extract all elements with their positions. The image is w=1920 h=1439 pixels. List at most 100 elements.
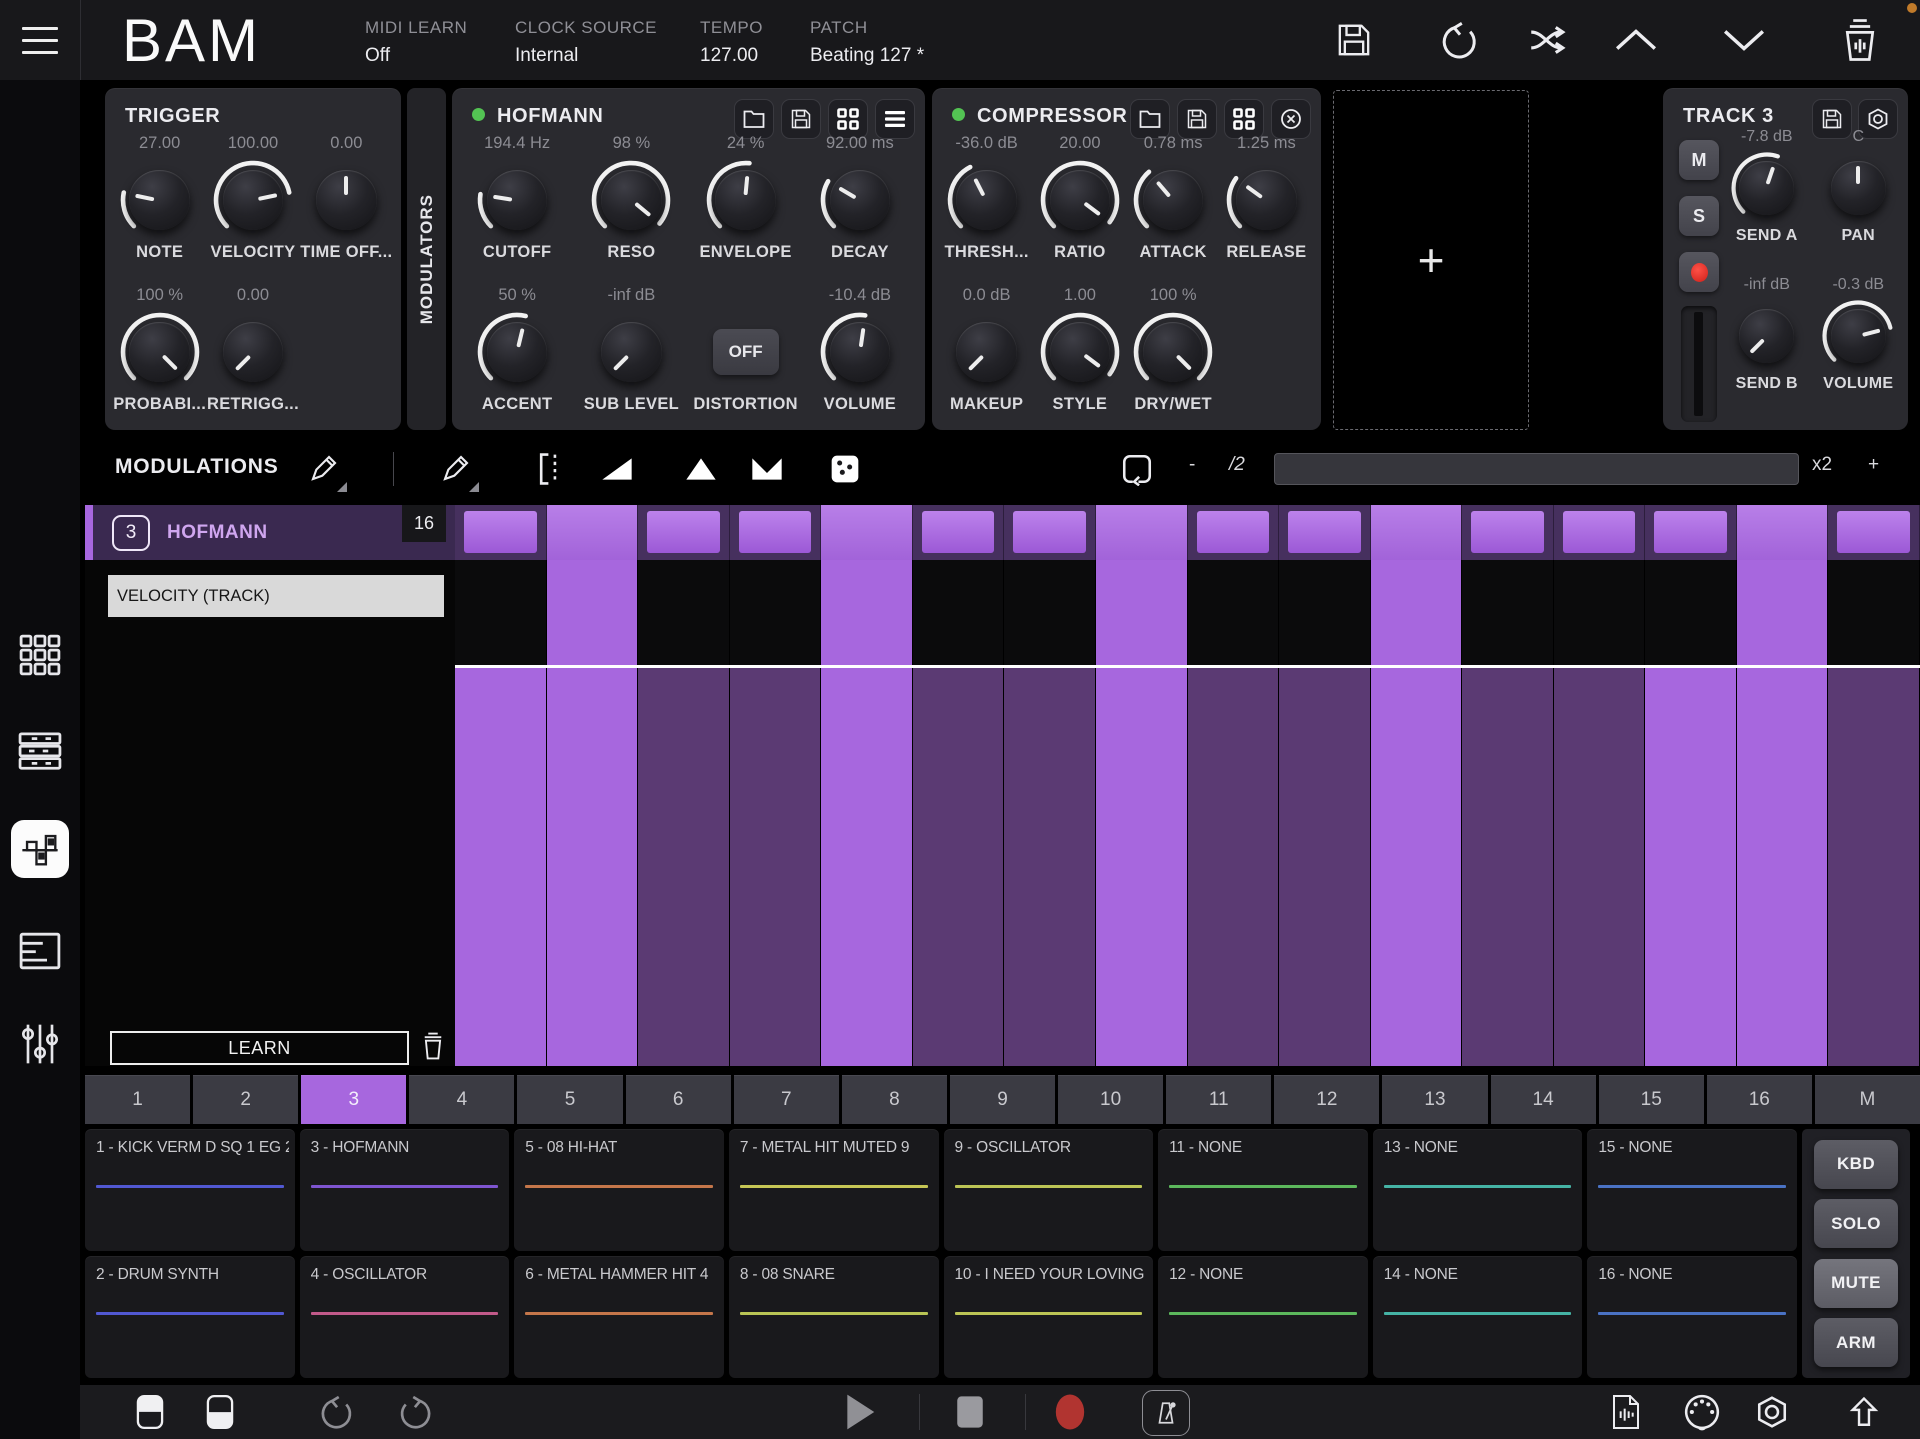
arm-button[interactable]: ARM [1814, 1318, 1898, 1367]
loop-length-divide[interactable]: /2 [1229, 454, 1245, 476]
mod-step-4[interactable] [730, 505, 822, 560]
mod-step-5[interactable] [821, 505, 913, 560]
trash-icon[interactable] [1836, 16, 1884, 64]
pattern-cell-6[interactable]: 6 [626, 1075, 731, 1124]
pattern-cell-m[interactable]: M [1815, 1075, 1920, 1124]
knob-attack[interactable]: 0.78 msATTACK [1131, 134, 1215, 262]
pattern-cell-3[interactable]: 3 [301, 1075, 406, 1124]
track-pad-13-none[interactable]: 13 - NONE [1373, 1129, 1583, 1251]
velocity-bar-1[interactable] [455, 560, 547, 1066]
track-pad-12-none[interactable]: 12 - NONE [1158, 1256, 1368, 1378]
close-icon[interactable] [1271, 99, 1311, 139]
mod-step-7[interactable] [1004, 505, 1096, 560]
solo-button[interactable]: SOLO [1814, 1199, 1898, 1248]
knob-envelope[interactable]: 24 %ENVELOPE [699, 134, 791, 262]
export-icon[interactable] [1842, 1392, 1886, 1432]
knob-accent[interactable]: 50 %ACCENT [475, 286, 559, 414]
pattern-cell-10[interactable]: 10 [1058, 1075, 1163, 1124]
knob-volume[interactable]: -0.3 dBVOLUME [1820, 276, 1896, 393]
velocity-bar-5[interactable] [821, 560, 913, 1066]
track-pad-2-drum-synth[interactable]: 2 - DRUM SYNTH [85, 1256, 295, 1378]
modulation-param-chip[interactable]: VELOCITY (TRACK) [108, 575, 444, 617]
velocity-bar-9[interactable] [1188, 560, 1280, 1066]
pattern-cell-9[interactable]: 9 [950, 1075, 1055, 1124]
paste-range-icon[interactable] [531, 449, 571, 489]
knob-retrigg[interactable]: 0.00RETRIGG... [207, 286, 299, 414]
track-pad-3-hofmann[interactable]: 3 - HOFMANN [300, 1129, 510, 1251]
mod-step-6[interactable] [913, 505, 1005, 560]
track-pad-11-none[interactable]: 11 - NONE [1158, 1129, 1368, 1251]
pattern-cell-14[interactable]: 14 [1491, 1075, 1596, 1124]
track-pad-9-oscillator[interactable]: 9 - OSCILLATOR [944, 1129, 1154, 1251]
velocity-bar-6[interactable] [913, 560, 1005, 1066]
pattern-cell-15[interactable]: 15 [1599, 1075, 1704, 1124]
pattern-cell-13[interactable]: 13 [1382, 1075, 1487, 1124]
save-icon[interactable] [781, 99, 821, 139]
grid-icon[interactable] [828, 99, 868, 139]
mod-step-10[interactable] [1279, 505, 1371, 560]
mod-step-12[interactable] [1462, 505, 1554, 560]
velocity-bar-3[interactable] [638, 560, 730, 1066]
save-icon[interactable] [1330, 16, 1378, 64]
mod-step-13[interactable] [1554, 505, 1646, 560]
redo-icon[interactable] [392, 1392, 436, 1432]
folder-icon[interactable] [1130, 99, 1170, 139]
draw-alt-icon[interactable] [435, 449, 475, 489]
pattern-cell-2[interactable]: 2 [193, 1075, 298, 1124]
knob-decay[interactable]: 92.00 msDECAY [818, 134, 902, 262]
loop-length-minus[interactable]: - [1189, 454, 1195, 476]
velocity-reference-line[interactable] [455, 665, 1920, 668]
track-mute-button[interactable]: M [1679, 140, 1719, 180]
empty-device-slot[interactable]: + [1333, 90, 1529, 430]
track-pad-14-none[interactable]: 14 - NONE [1373, 1256, 1583, 1378]
play-button[interactable] [838, 1392, 882, 1432]
ramp-icon[interactable] [597, 449, 637, 489]
valley-icon[interactable] [747, 449, 787, 489]
mod-step-3[interactable] [638, 505, 730, 560]
knob-volume[interactable]: -10.4 dBVOLUME [818, 286, 902, 414]
velocity-bar-11[interactable] [1371, 560, 1463, 1066]
mod-step-14[interactable] [1645, 505, 1737, 560]
knob-thresh[interactable]: -36.0 dBTHRESH... [944, 134, 1028, 262]
mod-step-2[interactable] [547, 505, 639, 560]
triangle-icon[interactable] [681, 449, 721, 489]
mod-step-16[interactable] [1828, 505, 1920, 560]
mod-step-15[interactable] [1737, 505, 1829, 560]
track-pad-10-i-need-your-loving[interactable]: 10 - I NEED YOUR LOVING [944, 1256, 1154, 1378]
pattern-cell-16[interactable]: 16 [1707, 1075, 1812, 1124]
mod-step-1[interactable] [455, 505, 547, 560]
knob-send-a[interactable]: -7.8 dBSEND A [1729, 128, 1805, 245]
velocity-bar-8[interactable] [1096, 560, 1188, 1066]
modulation-lane-header[interactable]: 3 HOFMANN 16 [85, 505, 455, 560]
pattern-cell-5[interactable]: 5 [517, 1075, 622, 1124]
knob-reso[interactable]: 98 %RESO [589, 134, 673, 262]
collapse-up-icon[interactable] [1612, 16, 1660, 64]
undo-icon[interactable] [316, 1392, 360, 1432]
hamburger-menu-icon[interactable] [0, 0, 81, 80]
mod-step-9[interactable] [1188, 505, 1280, 560]
velocity-bar-15[interactable] [1737, 560, 1829, 1066]
loop-length-multiply[interactable]: x2 [1812, 454, 1832, 476]
knob-probabi[interactable]: 100 %PROBABI... [113, 286, 206, 414]
mute-button[interactable]: MUTE [1814, 1259, 1898, 1308]
pattern-cell-4[interactable]: 4 [409, 1075, 514, 1124]
folder-icon[interactable] [734, 99, 774, 139]
loop-icon[interactable] [1117, 449, 1157, 489]
midi-icon[interactable] [1680, 1392, 1724, 1432]
knob-send-b[interactable]: -inf dBSEND B [1729, 276, 1805, 393]
track-solo-button[interactable]: S [1679, 196, 1719, 236]
pattern-cell-11[interactable]: 11 [1166, 1075, 1271, 1124]
pattern-cell-8[interactable]: 8 [842, 1075, 947, 1124]
knob-cutoff[interactable]: 194.4 HzCUTOFF [475, 134, 559, 262]
metronome-button[interactable] [1142, 1390, 1190, 1436]
knob-release[interactable]: 1.25 msRELEASE [1224, 134, 1308, 262]
knob-note[interactable]: 27.00NOTE [118, 134, 202, 262]
settings-icon[interactable] [1750, 1392, 1794, 1432]
kbd-button[interactable]: KBD [1814, 1140, 1898, 1189]
velocity-bar-12[interactable] [1462, 560, 1554, 1066]
track-pad-16-none[interactable]: 16 - NONE [1587, 1256, 1797, 1378]
track-pad-7-metal-hit-muted-9[interactable]: 7 - METAL HIT MUTED 9 [729, 1129, 939, 1251]
track-pad-5-08-hi-hat[interactable]: 5 - 08 HI-HAT [514, 1129, 724, 1251]
shuffle-icon[interactable] [1523, 16, 1571, 64]
track-pad-6-metal-hammer-hit-4[interactable]: 6 - METAL HAMMER HIT 4 [514, 1256, 724, 1378]
